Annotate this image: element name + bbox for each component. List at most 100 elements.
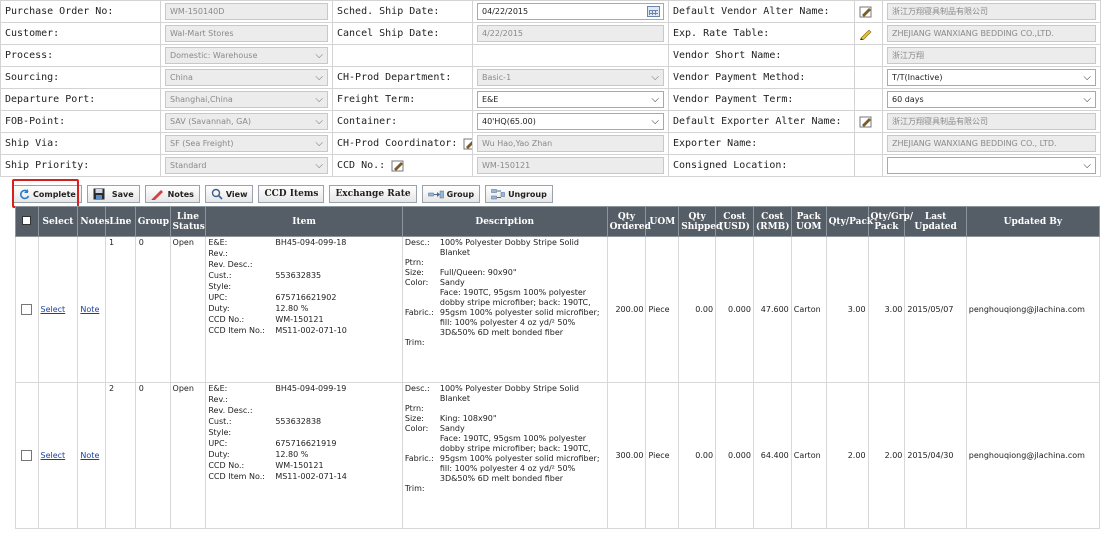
row-checkbox[interactable] xyxy=(21,450,33,461)
qty-shipped-cell: 0.00 xyxy=(678,382,717,529)
vendor-short-name-field: 浙江万翔 xyxy=(887,47,1096,64)
col-notes: Notes xyxy=(77,206,110,237)
edit-icon[interactable] xyxy=(859,116,873,128)
container-label: Container: xyxy=(332,110,473,133)
po-no-label: Purchase Order No: xyxy=(0,0,161,23)
col-pack-uom: Pack UOM xyxy=(790,206,827,237)
process-label: Process: xyxy=(0,44,161,67)
select-all-checkbox[interactable] xyxy=(15,206,39,237)
col-line-status: Line Status xyxy=(169,206,207,237)
col-uom: UOM xyxy=(645,206,680,237)
notes-label: Notes xyxy=(167,189,194,199)
sourcing-select[interactable]: China ⌵ xyxy=(165,69,328,86)
chevron-down-icon: ⌵ xyxy=(651,72,659,83)
col-qty-ordered: Qty Ordered xyxy=(606,206,651,237)
departure-port-select[interactable]: Shanghai,China ⌵ xyxy=(165,91,328,108)
sched-ship-date-input[interactable]: 04/22/2015 xyxy=(477,3,664,20)
chevron-down-icon: ⌵ xyxy=(315,94,323,105)
default-exporter-label: Default Exporter Alter Name: xyxy=(668,110,855,133)
vendor-payment-method-label: Vendor Payment Method: xyxy=(668,66,855,89)
exchange-rate-label: Exchange Rate xyxy=(335,189,411,199)
complete-button[interactable]: Complete xyxy=(13,185,82,203)
edit-icon[interactable] xyxy=(391,160,405,172)
notes-button[interactable]: Notes xyxy=(144,185,200,203)
group-button[interactable]: Group xyxy=(421,185,481,203)
ccd-items-button[interactable]: CCD Items xyxy=(258,185,325,203)
exporter-name-label: Exporter Name: xyxy=(668,132,855,155)
magnifier-icon xyxy=(211,188,223,200)
pencil-icon xyxy=(151,190,163,200)
edit-icon[interactable] xyxy=(859,6,873,18)
exchange-rate-button[interactable]: Exchange Rate xyxy=(329,185,417,203)
qty-grp-pack-cell: 3.00 xyxy=(867,236,906,383)
ship-via-label: Ship Via: xyxy=(0,132,161,155)
description-cell: Desc.: 100% Polyester Dobby Stripe Solid … xyxy=(401,236,608,383)
updated-by-cell: penghouqiong@jlachina.com xyxy=(965,236,1100,383)
pencil-icon[interactable] xyxy=(859,28,873,40)
customer-label: Customer: xyxy=(0,22,161,45)
row-checkbox[interactable] xyxy=(21,304,33,315)
container-select[interactable]: 40'HQ(65.00) ⌵ xyxy=(477,113,664,130)
col-updated-by: Updated By xyxy=(965,206,1100,237)
process-select[interactable]: Domestic: Warehouse ⌵ xyxy=(165,47,328,64)
col-qty-shipped: Qty Shipped xyxy=(678,206,722,237)
freight-term-label: Freight Term: xyxy=(332,88,473,111)
calendar-icon[interactable] xyxy=(647,6,660,17)
save-button[interactable]: Save xyxy=(86,185,140,203)
uom-cell: Piece xyxy=(645,236,680,383)
col-last-updated: Last Updated xyxy=(904,206,967,237)
pack-uom-cell: Carton xyxy=(790,382,827,529)
table-row: Select Note 2 0 Open E&E: BH45-094-099-19… xyxy=(15,382,1100,529)
col-item: Item xyxy=(205,206,403,237)
po-lines-grid: Select Notes Line Group Line Status Item … xyxy=(15,206,1100,540)
edit-icon[interactable] xyxy=(463,138,472,150)
ungroup-icon xyxy=(491,188,505,199)
updated-by-cell: penghouqiong@jlachina.com xyxy=(965,382,1100,529)
ship-via-select[interactable]: SF (Sea Freight) ⌵ xyxy=(165,135,328,152)
status-cell: Open xyxy=(169,236,207,383)
freight-term-select[interactable]: E&E ⌵ xyxy=(477,91,664,108)
qty-ordered-cell: 200.00 xyxy=(606,236,647,383)
select-link[interactable]: Select xyxy=(41,451,66,460)
status-cell: Open xyxy=(169,382,207,529)
group-icon xyxy=(427,190,444,198)
cost-rmb-cell: 64.400 xyxy=(752,382,792,529)
table-row: Select Note 1 0 Open E&E: BH45-094-099-18… xyxy=(15,236,1100,383)
note-link[interactable]: Note xyxy=(80,451,99,460)
note-link[interactable]: Note xyxy=(80,305,99,314)
vendor-payment-term-select[interactable]: 60 days ⌵ xyxy=(887,91,1096,108)
select-link[interactable]: Select xyxy=(41,305,66,314)
chevron-down-icon: ⌵ xyxy=(1083,160,1091,171)
consigned-location-select[interactable]: ⌵ xyxy=(887,157,1096,174)
sourcing-label: Sourcing: xyxy=(0,66,161,89)
cancel-ship-date-label: Cancel Ship Date: xyxy=(332,22,473,45)
default-exporter-field: 浙江万翔寝具制品有限公司 xyxy=(887,113,1096,130)
qty-shipped-cell: 0.00 xyxy=(678,236,717,383)
line-cell: 1 xyxy=(105,236,136,383)
grid-header-row: Select Notes Line Group Line Status Item … xyxy=(15,206,1100,237)
group-cell: 0 xyxy=(134,382,171,529)
po-header-form: Purchase Order No: WM-150140D Sched. Shi… xyxy=(0,0,1101,177)
ungroup-button[interactable]: Ungroup xyxy=(485,185,553,203)
sched-ship-date-label: Sched. Ship Date: xyxy=(332,0,473,23)
group-label: Group xyxy=(446,189,475,199)
departure-port-label: Departure Port: xyxy=(0,88,161,111)
chprod-coordinator-field: Wu Hao,Yao Zhan xyxy=(477,135,664,152)
view-button[interactable]: View xyxy=(204,185,254,203)
vendor-payment-term-label: Vendor Payment Term: xyxy=(668,88,855,111)
qty-ordered-cell: 300.00 xyxy=(606,382,647,529)
ship-priority-label: Ship Priority: xyxy=(0,154,161,177)
fob-point-select[interactable]: SAV (Savannah, GA) ⌵ xyxy=(165,113,328,130)
col-group: Group xyxy=(134,206,171,237)
ship-priority-select[interactable]: Standard ⌵ xyxy=(165,157,328,174)
vendor-payment-method-select[interactable]: T/T(Inactive) ⌵ xyxy=(887,69,1096,86)
group-cell: 0 xyxy=(134,236,171,383)
chevron-down-icon: ⌵ xyxy=(315,138,323,149)
item-cell: E&E: BH45-094-099-19 Rev.: Rev. Desc.: Cu… xyxy=(205,382,403,529)
action-toolbar: Complete Save Notes View CCD Items Excha… xyxy=(13,184,553,204)
chprod-department-select[interactable]: Basic-1 ⌵ xyxy=(477,69,664,86)
refresh-icon xyxy=(20,188,30,199)
col-line: Line xyxy=(105,206,136,237)
floppy-disk-icon xyxy=(93,188,105,200)
chevron-down-icon: ⌵ xyxy=(315,50,323,61)
